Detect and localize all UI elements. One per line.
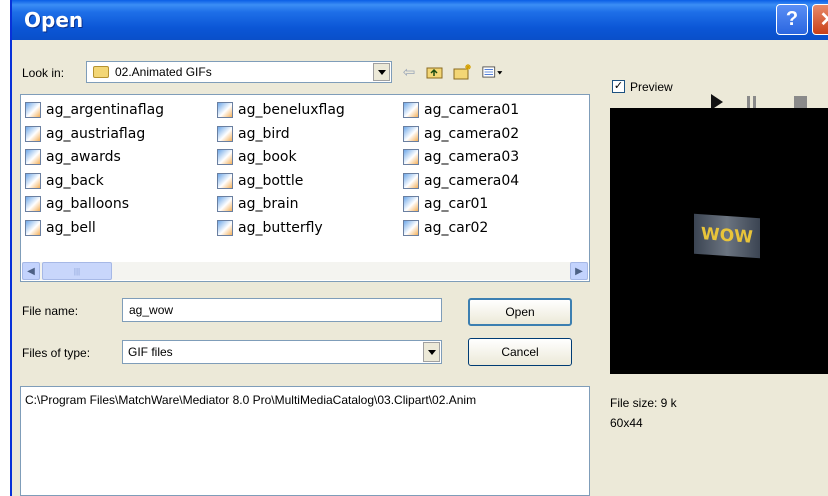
- preview-image: WOW: [694, 213, 760, 259]
- file-list-item[interactable]: ag_bottle: [217, 170, 303, 192]
- file-list-item[interactable]: ag_balloons: [25, 193, 129, 215]
- file-name: ag_balloons: [46, 196, 130, 212]
- preview-label: Preview: [630, 80, 673, 94]
- horizontal-scrollbar[interactable]: ◀ ||| ▶: [22, 262, 588, 280]
- file-list-item[interactable]: ag_camera03: [403, 146, 519, 168]
- file-type-dropdown[interactable]: GIF files: [122, 340, 442, 364]
- gif-file-icon: [403, 196, 419, 212]
- file-name: ag_argentinaflag: [46, 102, 165, 118]
- chevron-down-icon[interactable]: [423, 342, 440, 362]
- gif-file-icon: [25, 219, 41, 236]
- file-name: ag_brain: [238, 196, 299, 212]
- file-list-item[interactable]: ag_camera01: [403, 99, 519, 121]
- gif-file-icon: [217, 102, 233, 118]
- file-list-item[interactable]: ag_awards: [25, 146, 121, 168]
- file-type-label: Files of type:: [22, 346, 91, 360]
- open-dialog: Open ? ✕ Look in: 02.Animated GIFs ⇦ ◀ |…: [10, 0, 828, 496]
- file-list-item[interactable]: ag_argentinaflag: [25, 99, 164, 121]
- close-button[interactable]: ✕: [812, 4, 828, 35]
- gif-file-icon: [25, 172, 41, 189]
- file-name: ag_beneluxflag: [238, 102, 345, 118]
- scroll-left-icon[interactable]: ◀: [22, 262, 40, 280]
- open-button[interactable]: Open: [468, 298, 572, 326]
- gif-file-icon: [25, 196, 41, 212]
- file-name: ag_camera04: [424, 172, 520, 189]
- file-name: ag_back: [46, 172, 104, 189]
- file-name: ag_butterfly: [238, 219, 323, 236]
- gif-file-icon: [217, 149, 233, 165]
- look-in-folder: 02.Animated GIFs: [115, 65, 212, 79]
- cancel-button[interactable]: Cancel: [468, 338, 572, 366]
- file-name: ag_camera01: [424, 102, 520, 118]
- preview-pane: WOW: [610, 108, 828, 374]
- gif-file-icon: [403, 219, 419, 236]
- scroll-right-icon[interactable]: ▶: [570, 262, 588, 280]
- look-in-dropdown[interactable]: 02.Animated GIFs: [86, 61, 392, 83]
- file-name: ag_bird: [238, 125, 290, 142]
- gif-file-icon: [403, 149, 419, 165]
- title-bar[interactable]: Open ? ✕: [12, 0, 828, 40]
- file-list-item[interactable]: ag_book: [217, 146, 297, 168]
- file-name: ag_car01: [424, 196, 489, 212]
- new-folder-icon[interactable]: [452, 62, 474, 82]
- help-button[interactable]: ?: [776, 4, 808, 35]
- file-name: ag_car02: [424, 219, 489, 236]
- back-icon[interactable]: ⇦: [398, 62, 420, 82]
- gif-file-icon: [403, 102, 419, 118]
- file-list-item[interactable]: ag_butterfly: [217, 217, 323, 239]
- file-list-item[interactable]: ag_camera04: [403, 170, 519, 192]
- gif-file-icon: [403, 172, 419, 189]
- file-name: ag_camera02: [424, 125, 520, 142]
- look-in-label: Look in:: [22, 66, 65, 80]
- gif-file-icon: [217, 196, 233, 212]
- file-type-value: GIF files: [128, 345, 173, 359]
- file-name-label: File name:: [22, 304, 79, 318]
- gif-file-icon: [25, 102, 41, 118]
- file-name: ag_camera03: [424, 149, 520, 165]
- file-list-item[interactable]: ag_bell: [25, 217, 96, 239]
- gif-file-icon: [217, 219, 233, 236]
- scroll-thumb[interactable]: |||: [42, 262, 112, 280]
- file-list[interactable]: ◀ ||| ▶ ag_argentinaflag ag_austriaflag ag…: [20, 94, 590, 282]
- file-name: ag_bell: [46, 219, 96, 236]
- file-list-item[interactable]: ag_brain: [217, 193, 298, 215]
- file-name: ag_awards: [46, 149, 121, 165]
- file-name: ag_book: [238, 149, 297, 165]
- file-list-item[interactable]: ag_camera02: [403, 123, 519, 145]
- up-folder-icon[interactable]: [424, 62, 446, 82]
- gif-file-icon: [217, 125, 233, 142]
- file-name: ag_bottle: [238, 172, 304, 189]
- file-list-item[interactable]: ag_austriaflag: [25, 123, 145, 145]
- file-list-item[interactable]: ag_back: [25, 170, 104, 192]
- file-list-item[interactable]: ag_beneluxflag: [217, 99, 345, 121]
- view-menu-icon[interactable]: [482, 62, 504, 82]
- dialog-title: Open: [24, 8, 84, 32]
- gif-file-icon: [403, 125, 419, 142]
- file-list-item[interactable]: ag_car01: [403, 193, 488, 215]
- file-name: ag_austriaflag: [46, 125, 146, 142]
- file-list-item[interactable]: ag_car02: [403, 217, 488, 239]
- path-display: C:\Program Files\MatchWare\Mediator 8.0 …: [20, 386, 590, 496]
- gif-file-icon: [25, 125, 41, 142]
- dimensions-text: 60x44: [610, 416, 643, 430]
- folder-icon: [93, 66, 109, 78]
- chevron-down-icon[interactable]: [373, 63, 390, 81]
- preview-checkbox[interactable]: ✓: [612, 80, 625, 93]
- file-list-item[interactable]: ag_bird: [217, 123, 290, 145]
- file-size-text: File size: 9 k: [610, 396, 677, 410]
- gif-file-icon: [25, 149, 41, 165]
- gif-file-icon: [217, 172, 233, 189]
- file-name-input[interactable]: ag_wow: [122, 298, 442, 322]
